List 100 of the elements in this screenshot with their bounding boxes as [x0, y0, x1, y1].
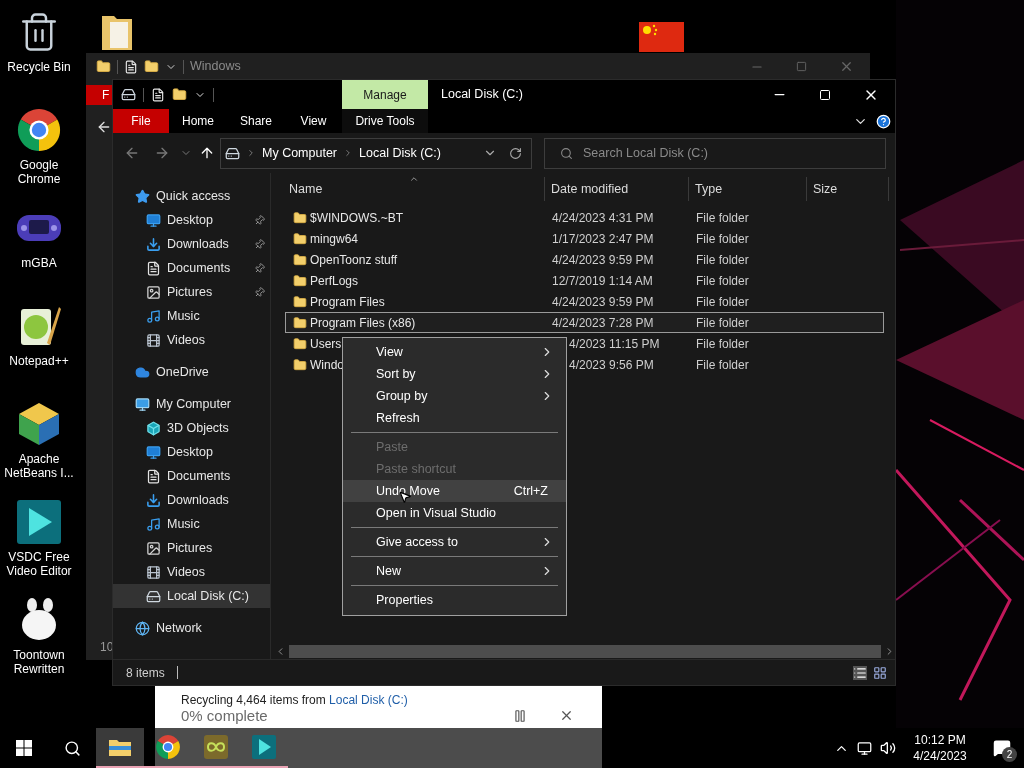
up-button[interactable]: [199, 145, 215, 161]
network-icon: [135, 620, 150, 636]
table-cell-text: PerfLogs: [310, 272, 359, 290]
nav-item[interactable]: Documents: [113, 256, 270, 280]
column-header[interactable]: Date modified: [545, 177, 689, 201]
menu-item[interactable]: Properties: [343, 589, 566, 611]
desktop-icon-label[interactable]: mGBA: [20, 256, 58, 270]
table-cell-text: File folder: [695, 272, 750, 290]
taskbar-app[interactable]: [96, 728, 144, 768]
table-cell-text: File folder: [695, 356, 750, 374]
folder-icon: [293, 273, 307, 288]
nav-item[interactable]: Desktop: [113, 208, 270, 232]
desktop-icon-label[interactable]: Recycle Bin: [6, 60, 72, 74]
folder-icon: [293, 210, 307, 225]
nav-item[interactable]: Desktop: [113, 440, 270, 464]
search-field[interactable]: Search Local Disk (C:): [544, 137, 886, 169]
ribbon-tab[interactable]: File: [113, 109, 169, 133]
folder-icon: [108, 737, 132, 757]
back-arrow-icon[interactable]: [96, 119, 112, 135]
monitor-icon: [146, 444, 161, 460]
breadcrumb-item[interactable]: Local Disk (C:): [359, 143, 441, 163]
sort-indicator-icon: [409, 174, 419, 184]
refresh-icon[interactable]: [509, 146, 522, 160]
file-row[interactable]: Program Files (x86) 4/24/2023 7:28 PM File folder: [285, 312, 884, 333]
folder-icon: [172, 87, 187, 102]
menu-item[interactable]: Group by: [343, 385, 566, 407]
cloud-icon: [135, 364, 150, 380]
nav-item[interactable]: Pictures: [113, 536, 270, 560]
infinity-icon: [203, 734, 229, 760]
chrome-icon: [155, 734, 181, 760]
menu-item[interactable]: Give access to: [343, 531, 566, 553]
nav-item[interactable]: Downloads: [113, 232, 270, 256]
breadcrumb-item[interactable]: My Computer: [262, 143, 338, 163]
table-cell-text: Users: [310, 335, 342, 353]
close-button[interactable]: [559, 708, 574, 723]
drive-icon: [121, 87, 136, 102]
status-text: 8 items: [125, 664, 165, 682]
clock[interactable]: 10:12 PM 4/24/2023: [900, 728, 980, 768]
nav-item[interactable]: Network: [113, 616, 270, 640]
nav-item[interactable]: OneDrive: [113, 360, 270, 384]
network-icon[interactable]: [857, 740, 872, 756]
table-cell-text: $WINDOWS.~BT: [310, 209, 403, 227]
nav-item[interactable]: 3D Objects: [113, 416, 270, 440]
computer-icon: [135, 396, 150, 412]
folder-icon: [293, 231, 307, 246]
details-view-button[interactable]: [853, 665, 867, 680]
folder-icon: [96, 59, 111, 74]
nav-item[interactable]: Videos: [113, 560, 270, 584]
document-icon: [146, 260, 161, 276]
download-icon: [146, 236, 161, 252]
ribbon-tab[interactable]: Drive Tools: [342, 109, 428, 133]
nav-item[interactable]: My Computer: [113, 392, 270, 416]
nav-item[interactable]: Local Disk (C:): [113, 584, 270, 608]
ribbon-tab[interactable]: View: [285, 109, 342, 133]
menu-item[interactable]: View: [343, 341, 566, 363]
table-cell-text: 4/24/2023 9:59 PM: [551, 251, 655, 269]
column-header[interactable]: Name: [271, 177, 545, 201]
ribbon-tab[interactable]: F: [86, 85, 112, 105]
source-link[interactable]: Local Disk (C:): [329, 693, 408, 707]
scrollbar-thumb[interactable]: [289, 645, 881, 658]
desktop-icon-label[interactable]: Notepad++: [8, 354, 70, 368]
document-icon: [151, 87, 165, 102]
ribbon-tab[interactable]: Share: [227, 109, 285, 133]
column-header[interactable]: Size: [807, 177, 889, 201]
nav-item[interactable]: Videos: [113, 328, 270, 352]
desktop-icon-label[interactable]: Google Chrome: [0, 158, 78, 186]
table-cell-text: mingw64: [310, 230, 359, 248]
desktop-icon-label[interactable]: Apache NetBeans I...: [0, 452, 78, 480]
drive-icon: [146, 588, 161, 604]
table-cell-text: File folder: [695, 230, 750, 248]
help-icon[interactable]: [876, 113, 891, 129]
desktop-icon-label[interactable]: VSDC Free Video Editor: [0, 550, 78, 578]
search-input[interactable]: Search Local Disk (C:): [583, 143, 863, 163]
video-editor-icon: [16, 499, 62, 545]
nav-item[interactable]: Music: [113, 304, 270, 328]
menu-item[interactable]: Sort by: [343, 363, 566, 385]
column-header[interactable]: Type: [689, 177, 807, 201]
desktop-icon-label[interactable]: Toontown Rewritten: [0, 648, 78, 676]
folder-icon: [293, 336, 307, 351]
forward-button[interactable]: [154, 145, 170, 161]
monitor-icon: [146, 212, 161, 228]
large-icons-view-button[interactable]: [873, 665, 887, 680]
film-icon: [146, 564, 161, 580]
windows-icon: [16, 740, 32, 756]
volume-icon[interactable]: [880, 740, 896, 756]
address-bar[interactable]: My Computer Local Disk (C:): [220, 137, 532, 169]
nav-item[interactable]: Pictures: [113, 280, 270, 304]
nav-item[interactable]: Quick access: [113, 184, 270, 208]
menu-item[interactable]: Open in Visual Studio: [343, 502, 566, 524]
nav-item[interactable]: Music: [113, 512, 270, 536]
nav-item[interactable]: Downloads: [113, 488, 270, 512]
menu-item[interactable]: New: [343, 560, 566, 582]
table-cell-text: 1/17/2023 2:47 PM: [551, 230, 655, 248]
back-button[interactable]: [124, 145, 140, 161]
ribbon-tab[interactable]: Home: [169, 109, 227, 133]
pause-button[interactable]: [513, 709, 527, 723]
table-cell-text: OpenToonz stuff: [310, 251, 398, 269]
menu-item[interactable]: Refresh: [343, 407, 566, 429]
picture-icon: [146, 540, 161, 556]
nav-item[interactable]: Documents: [113, 464, 270, 488]
